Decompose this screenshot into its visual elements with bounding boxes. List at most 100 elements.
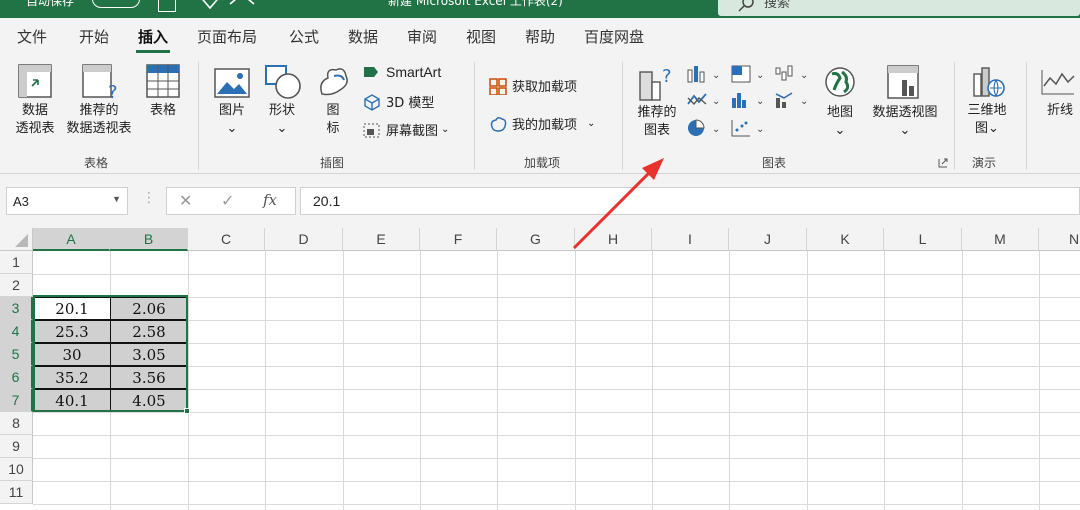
cell-a3[interactable]: 20.1 [33,297,111,320]
row-header[interactable]: 6 [0,366,33,389]
column-header[interactable]: J [729,228,807,251]
picture-dropdown-icon: ⌄ [226,121,238,136]
gridline [497,251,498,510]
icons-button[interactable]: 图 标 [320,102,346,138]
dialog-launcher-icon[interactable] [938,158,948,168]
row-header[interactable]: 11 [0,481,33,504]
cell-b5[interactable]: 3.05 [110,343,188,366]
search-icon [738,0,754,12]
pivot-table-icon [18,64,52,98]
combo-chart-icon[interactable]: ⌄ [774,90,814,110]
group-separator [474,62,475,170]
row-header[interactable]: 5 [0,343,33,366]
sparkline-line-label: 折线 [1046,103,1073,118]
3d-model-button[interactable]: 3D 模型 [362,92,434,111]
row-header[interactable]: 4 [0,320,33,343]
svg-text:⌄: ⌄ [800,96,808,107]
tab-formulas[interactable]: 公式 [289,26,319,47]
row-header[interactable]: 3 [0,297,33,320]
column-header[interactable]: F [420,228,497,251]
table-button[interactable]: 表格 [140,102,186,120]
recommended-pivot-button[interactable]: 推荐的 数据透视表 [62,102,136,138]
row-header[interactable]: 1 [0,251,33,274]
get-addins-button[interactable]: 获取加载项 [488,76,577,95]
smartart-button[interactable]: SmartArt [362,64,441,80]
statistic-chart-icon[interactable]: ⌄ [730,90,770,110]
cell-a7[interactable]: 40.1 [33,389,111,412]
row-header[interactable]: 8 [0,412,33,435]
undo-redo-icon[interactable] [196,0,256,14]
name-box[interactable]: A3 ▼ [6,187,128,215]
column-header[interactable]: E [343,228,420,251]
worksheet-grid[interactable]: A B C D E F G H I J K L M N 1 2 3 4 5 6 … [0,228,1080,510]
hierarchy-chart-icon[interactable]: ⌄ [730,64,770,84]
screenshot-label: 屏幕截图 [386,124,439,139]
tab-view[interactable]: 视图 [466,26,496,47]
tab-file[interactable]: 文件 [17,26,47,47]
enter-icon[interactable]: ✓ [221,191,234,210]
row-header[interactable]: 2 [0,274,33,297]
name-box-dropdown-icon[interactable]: ▼ [112,194,121,204]
tab-home[interactable]: 开始 [79,26,109,47]
fill-handle[interactable] [184,408,190,414]
pivot-chart-button[interactable]: 数据透视图 ⌄ [866,104,944,140]
cube-icon [364,93,380,111]
recommended-charts-icon: ? [639,66,672,101]
pivot-table-button[interactable]: 数据 透视表 [12,102,58,138]
scatter-chart-icon[interactable]: ⌄ [730,118,770,138]
smartart-label: SmartArt [386,64,442,80]
tab-page-layout[interactable]: 页面布局 [197,26,257,47]
cell-b3[interactable]: 2.06 [110,297,188,320]
3d-map-button[interactable]: 三维地 图⌄ [962,102,1012,138]
map-chart-button[interactable]: 地图 ⌄ [820,104,860,140]
column-header[interactable]: L [884,228,962,251]
autosave-toggle[interactable] [92,0,140,8]
sparkline-line-button[interactable]: 折线 [1040,102,1080,120]
tab-data[interactable]: 数据 [348,26,378,47]
column-header[interactable]: B [110,228,188,251]
my-addins-button[interactable]: 我的加载项 ⌄ [488,114,595,133]
window-title: 新建 Microsoft Excel 工作表(2) [388,0,563,8]
gridline [33,320,1080,321]
select-all-corner[interactable] [0,228,33,251]
formula-input[interactable]: 20.1 [300,187,1080,215]
cell-b7[interactable]: 4.05 [110,389,188,412]
cell-a4[interactable]: 25.3 [33,320,111,343]
recommended-charts-button[interactable]: 推荐的 图表 [632,104,682,140]
picture-button[interactable]: 图片 ⌄ [210,102,254,138]
tab-insert[interactable]: 插入 [135,26,171,53]
row-header[interactable]: 9 [0,435,33,458]
column-chart-icon[interactable]: ⌄ [686,64,726,84]
line-chart-icon[interactable]: ⌄ [686,90,726,110]
tab-review[interactable]: 审阅 [407,26,437,47]
cell-b4[interactable]: 2.58 [110,320,188,343]
shapes-label: 形状 [268,103,295,118]
cell-a5[interactable]: 30 [33,343,111,366]
save-icon[interactable] [158,0,176,12]
shapes-button[interactable]: 形状 ⌄ [260,102,304,138]
cancel-icon[interactable]: ✕ [179,191,192,210]
waterfall-chart-icon[interactable]: ⌄ [774,64,814,84]
column-header[interactable]: C [188,228,265,251]
column-header[interactable]: K [807,228,884,251]
tab-help[interactable]: 帮助 [525,26,555,47]
icons-label: 图 标 [326,103,340,136]
table-label: 表格 [149,103,176,118]
column-header[interactable]: M [962,228,1039,251]
cell-a6[interactable]: 35.2 [33,366,111,389]
search-box[interactable]: 搜索 [718,0,1080,16]
row-header[interactable]: 10 [0,458,33,481]
row-header[interactable]: 7 [0,389,33,412]
column-header[interactable]: N [1039,228,1080,251]
map-chart-icon [825,67,855,97]
column-header[interactable]: A [33,228,110,251]
tab-baidu-netdisk[interactable]: 百度网盘 [584,26,644,47]
group-label-addins: 加载项 [524,156,561,170]
more-options-icon: ⋮ [142,190,156,206]
pie-chart-icon[interactable]: ⌄ [686,118,726,138]
gridline [33,366,1080,367]
column-header[interactable]: D [265,228,343,251]
cell-b6[interactable]: 3.56 [110,366,188,389]
insert-function-icon[interactable]: fx [263,191,277,209]
screenshot-button[interactable]: 屏幕截图 ⌄ [362,120,449,139]
